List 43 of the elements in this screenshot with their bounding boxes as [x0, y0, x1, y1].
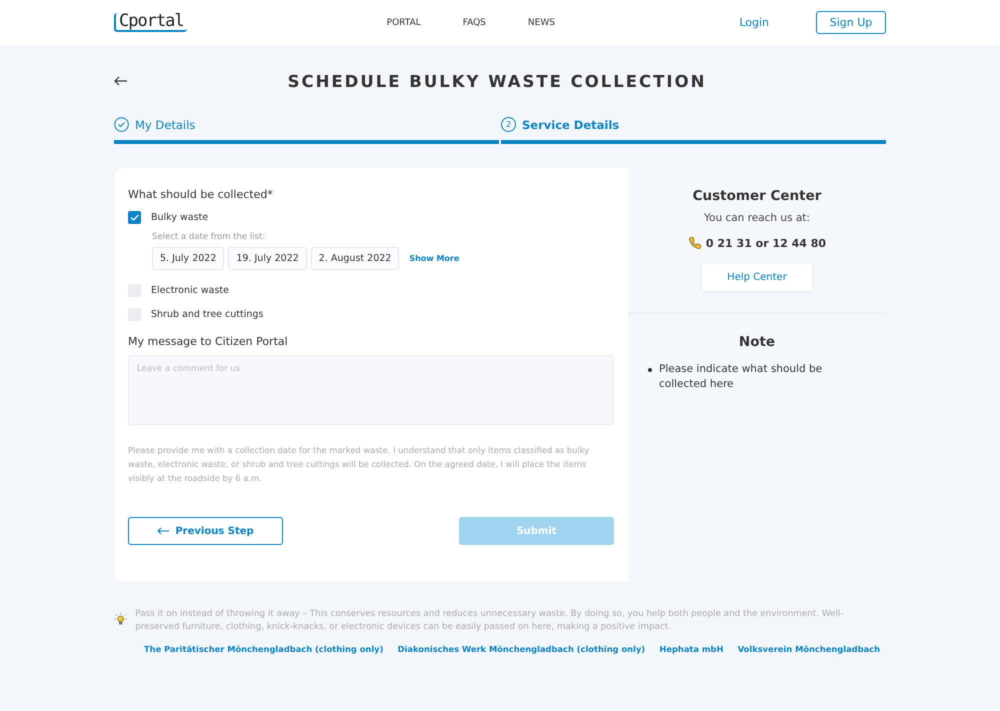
section-title: Customer Center [692, 188, 822, 204]
nav-link[interactable]: FAQS [462, 18, 486, 28]
consent-text: Please provide me with a collection date for the marked waste. I understand that only items classified as bulky waste, electronic waste, or shrub and tree cuttings will be collected. On the agreed date, I will place the items visibly at the roadside by 6 a.m. [128, 444, 590, 485]
message-label: My message to Citizen Portal [128, 335, 289, 348]
check-icon [130, 214, 139, 221]
nav-link[interactable]: NEWS [528, 18, 555, 28]
sign-up-button[interactable]: Sign Up [816, 11, 886, 34]
date-option[interactable]: 19. July 2022 [228, 247, 307, 270]
previous-step-button[interactable]: Previous Step [128, 517, 283, 545]
page-title: SCHEDULE BULKY WASTE COLLECTION [286, 72, 708, 90]
partner-link[interactable]: Volksverein Mönchengladbach [738, 644, 880, 654]
date-option[interactable]: 5. July 2022 [152, 247, 224, 270]
phone-number: 0 21 31 or 12 44 80 [706, 236, 826, 250]
bullet-icon [648, 368, 652, 372]
back-arrow-icon[interactable] [114, 76, 128, 86]
checkbox[interactable] [128, 211, 141, 224]
partner-link[interactable]: The Paritätischer Mönchengladbach (clothing only) [144, 644, 384, 654]
info-text: Pass it on instead of throwing it away – This conserves resources and reduces unnecessary waste. By doing so, you help both people and the environment. Well-preserved furniture, clothing, knick-knacks, or electronic devices can be easily passed on here, making a positive impact. [135, 608, 845, 634]
note-item: Please indicate what should be collected here [659, 362, 824, 392]
phone-icon [688, 236, 702, 250]
date-hint: Select a date from the list: [152, 232, 266, 242]
check-circle-icon [114, 117, 129, 132]
reach-text: You can reach us at: [704, 212, 810, 224]
date-option[interactable]: 2. August 2022 [310, 247, 400, 270]
option-label: Shrub and tree cuttings [151, 309, 264, 320]
message-field[interactable]: Leave a comment for us [128, 355, 614, 425]
show-more-link[interactable]: Show More [409, 254, 460, 263]
section-title: Note [738, 334, 776, 350]
question-label: What should be collected* [128, 188, 274, 201]
help-center-button[interactable]: Help Center [702, 264, 812, 291]
partner-link[interactable]: Hephata mbH [659, 644, 724, 654]
step-tab[interactable]: My Details [114, 117, 499, 144]
option-label: Electronic waste [151, 285, 229, 296]
option-label: Bulky waste [151, 212, 208, 223]
partner-link[interactable]: Diakonisches Werk Mönchengladbach (clothing only) [398, 644, 646, 654]
left-arrow-icon [157, 527, 170, 535]
step-label: Service Details [522, 118, 620, 132]
step-tab[interactable]: 2 Service Details [501, 117, 886, 144]
step-label: My Details [135, 118, 196, 132]
login-link[interactable]: Login [739, 16, 769, 29]
step-number: 2 [501, 117, 516, 132]
logo[interactable]: Cportal [114, 13, 187, 32]
nav-link[interactable]: PORTAL [386, 18, 421, 28]
